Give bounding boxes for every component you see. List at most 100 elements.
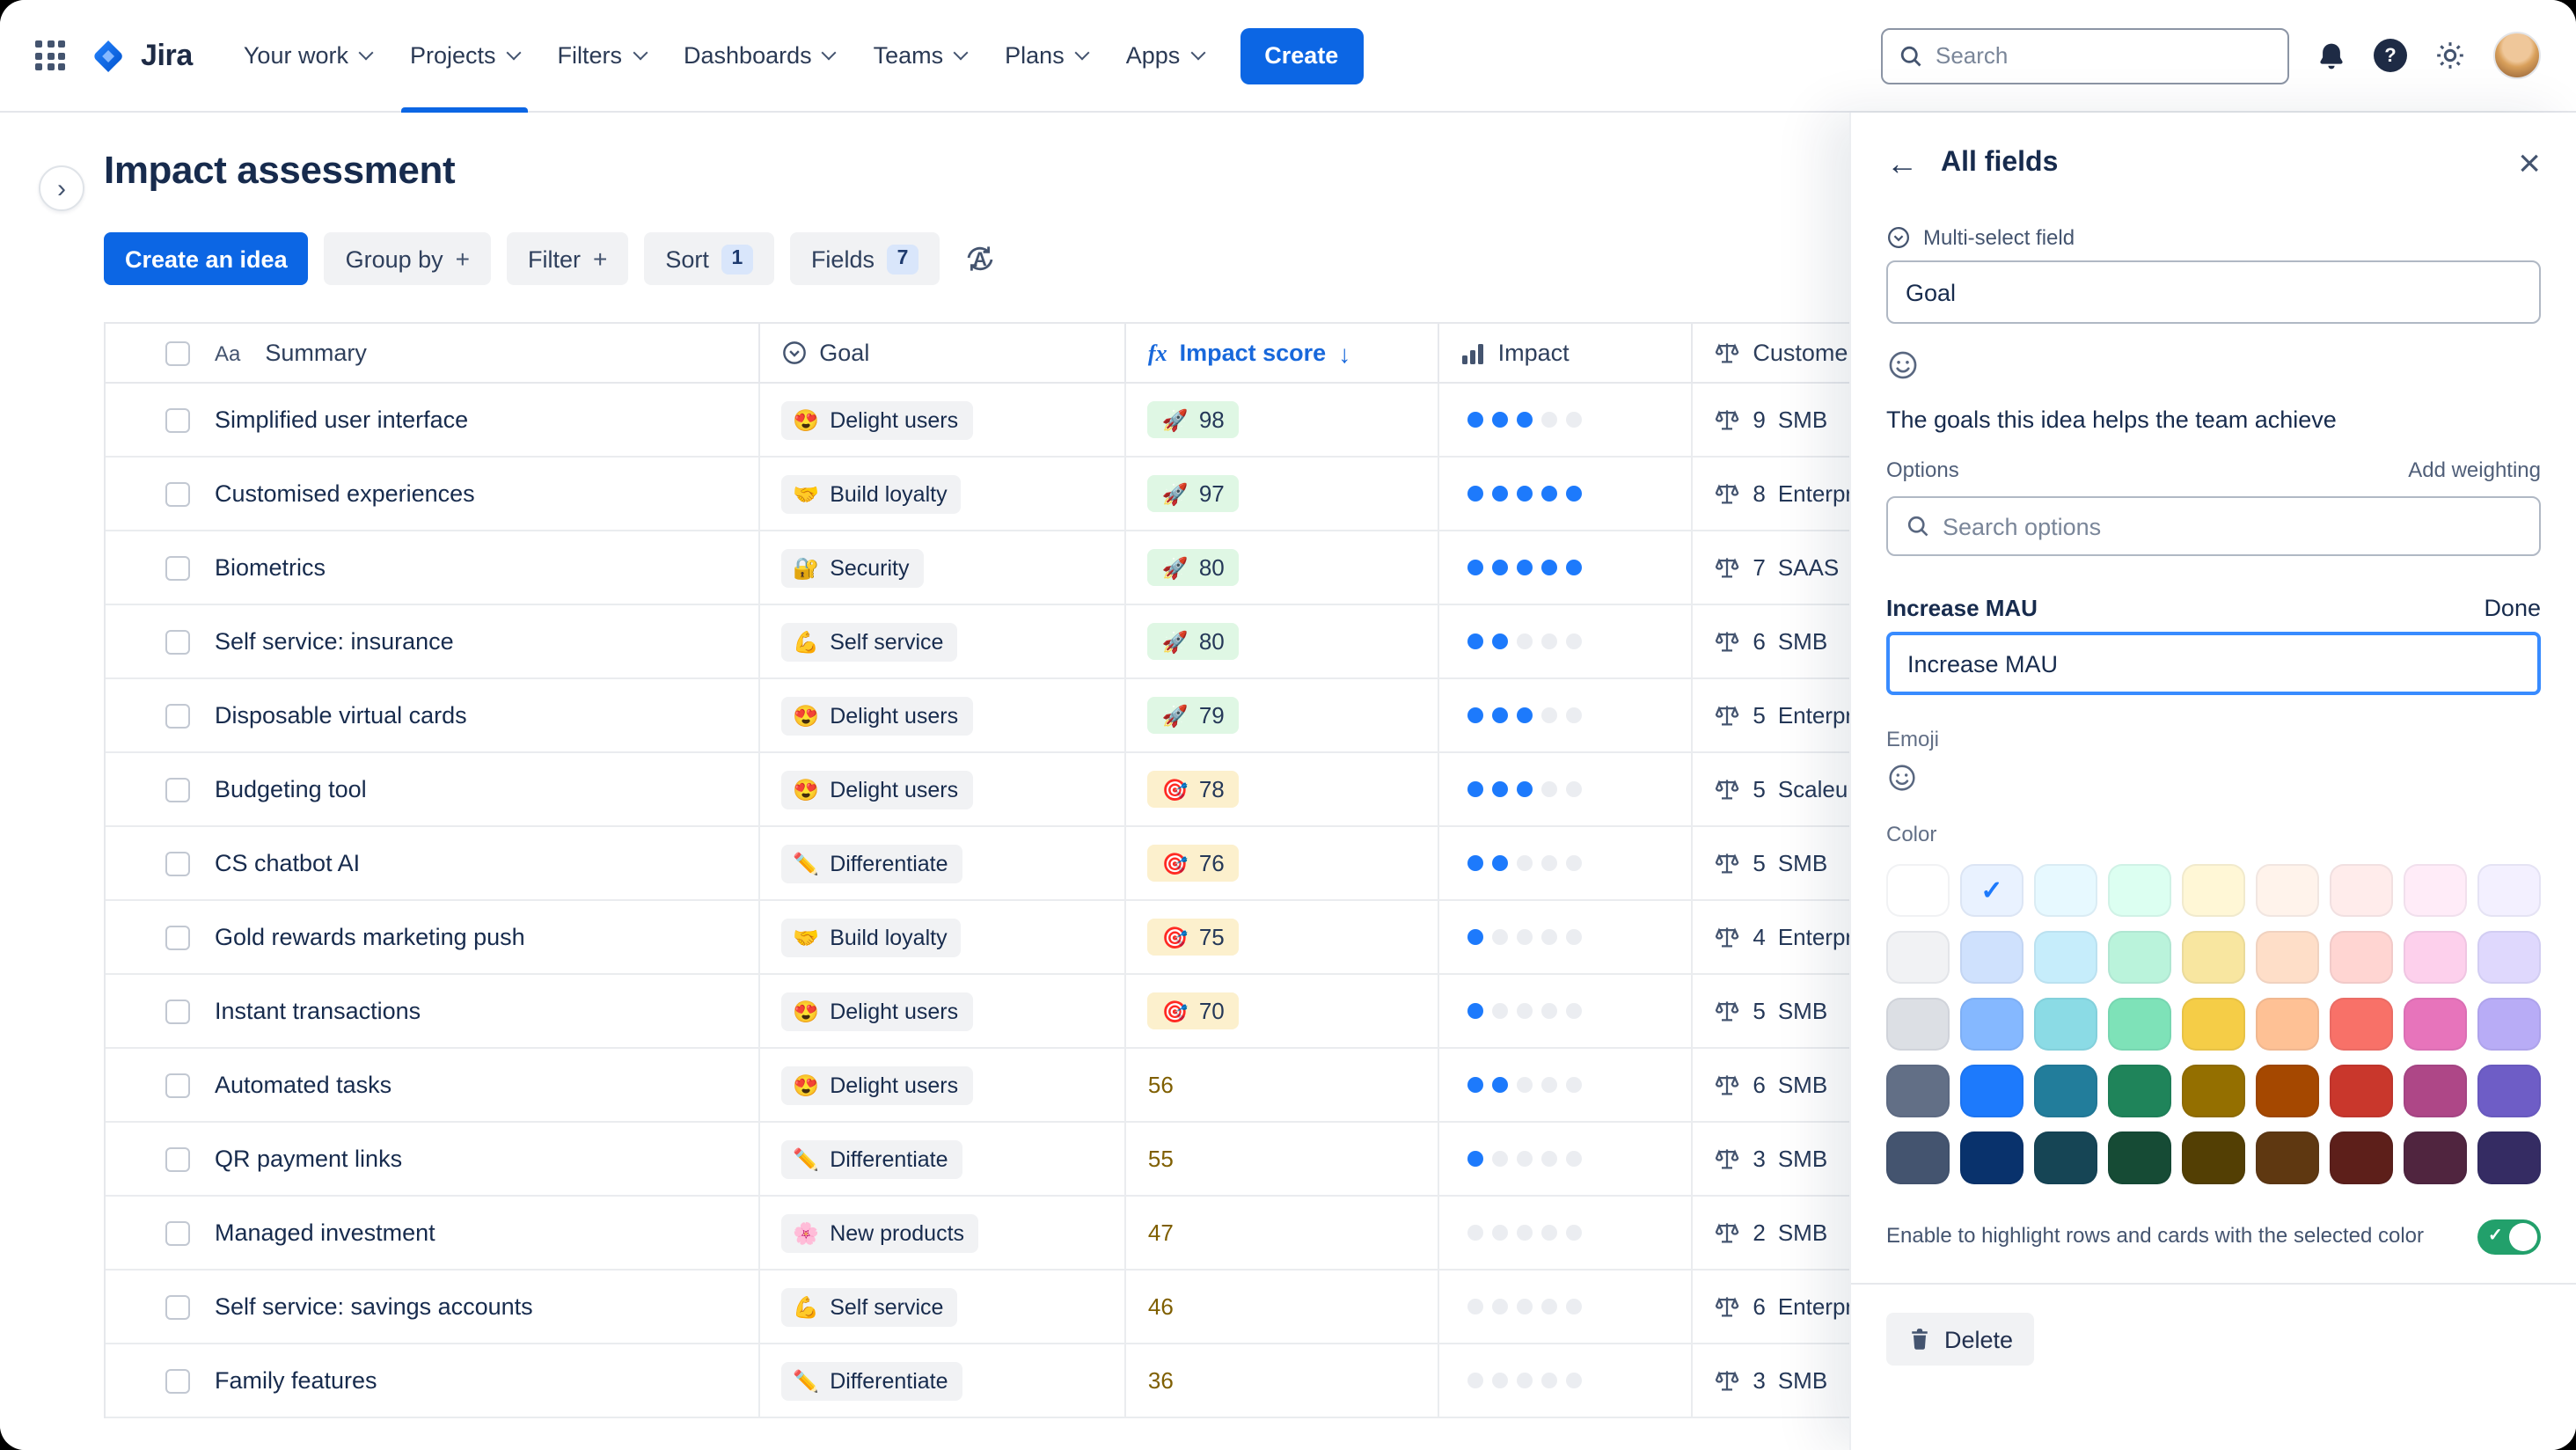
goal-chip[interactable]: 💪Self service: [780, 1287, 957, 1326]
nav-item-teams[interactable]: Teams: [854, 0, 986, 112]
impact-rating[interactable]: [1468, 1299, 1583, 1315]
color-swatch[interactable]: [1886, 931, 1950, 984]
color-swatch[interactable]: [1960, 1065, 2023, 1117]
goal-chip[interactable]: 😍Delight users: [780, 696, 972, 735]
nav-item-your-work[interactable]: Your work: [224, 0, 391, 112]
color-swatch[interactable]: [2034, 1131, 2097, 1184]
color-swatch[interactable]: [2108, 1131, 2171, 1184]
color-swatch[interactable]: [2256, 1131, 2319, 1184]
goal-chip[interactable]: 💪Self service: [780, 622, 957, 661]
app-switcher-icon[interactable]: [35, 40, 65, 70]
nav-item-projects[interactable]: Projects: [391, 0, 538, 112]
color-swatch[interactable]: [2256, 998, 2319, 1051]
row-checkbox[interactable]: [165, 851, 190, 875]
nav-item-filters[interactable]: Filters: [538, 0, 665, 112]
highlight-toggle[interactable]: ✓: [2477, 1219, 2541, 1255]
table-row[interactable]: CS chatbot AI✏️Differentiate🎯765SMB: [106, 827, 2045, 901]
color-swatch[interactable]: [2330, 931, 2393, 984]
table-row[interactable]: Budgeting tool😍Delight users🎯785Scaleup: [106, 753, 2045, 827]
color-swatch[interactable]: [1960, 1131, 2023, 1184]
goal-chip[interactable]: 😍Delight users: [780, 400, 972, 439]
select-all-checkbox[interactable]: [165, 341, 190, 365]
color-swatch[interactable]: [2477, 864, 2541, 917]
color-swatch[interactable]: [2256, 931, 2319, 984]
row-checkbox[interactable]: [165, 629, 190, 654]
color-swatch[interactable]: [2330, 998, 2393, 1051]
color-swatch[interactable]: ✓: [1960, 864, 2023, 917]
nav-item-apps[interactable]: Apps: [1107, 0, 1223, 112]
emoji-picker-icon[interactable]: [1886, 762, 1918, 794]
row-checkbox[interactable]: [165, 407, 190, 432]
row-checkbox[interactable]: [165, 999, 190, 1023]
color-swatch[interactable]: [2404, 1131, 2467, 1184]
color-swatch[interactable]: [2034, 1065, 2097, 1117]
table-row[interactable]: Self service: insurance💪Self service🚀806…: [106, 605, 2045, 679]
impact-rating[interactable]: [1468, 707, 1583, 723]
table-row[interactable]: Simplified user interface😍Delight users🚀…: [106, 384, 2045, 458]
color-swatch[interactable]: [2404, 998, 2467, 1051]
options-search-input[interactable]: [1943, 513, 2521, 539]
goal-chip[interactable]: 🌸New products: [780, 1213, 978, 1252]
row-checkbox[interactable]: [165, 1146, 190, 1171]
color-swatch[interactable]: [2034, 931, 2097, 984]
color-swatch[interactable]: [2477, 931, 2541, 984]
impact-rating[interactable]: [1468, 855, 1583, 871]
help-icon[interactable]: ?: [2374, 39, 2407, 72]
color-swatch[interactable]: [2108, 864, 2171, 917]
notifications-bell-icon[interactable]: [2316, 40, 2347, 71]
color-swatch[interactable]: [2256, 864, 2319, 917]
options-search[interactable]: [1886, 496, 2541, 556]
done-button[interactable]: Done: [2484, 595, 2541, 621]
expand-sidebar-button[interactable]: ›: [39, 165, 84, 211]
color-swatch[interactable]: [2034, 864, 2097, 917]
color-swatch[interactable]: [2477, 1065, 2541, 1117]
table-row[interactable]: Customised experiences🤝Build loyalty🚀978…: [106, 458, 2045, 531]
color-swatch[interactable]: [1886, 864, 1950, 917]
row-checkbox[interactable]: [165, 1294, 190, 1319]
settings-gear-icon[interactable]: [2433, 39, 2467, 72]
color-swatch[interactable]: [2330, 864, 2393, 917]
impact-rating[interactable]: [1468, 633, 1583, 649]
impact-rating[interactable]: [1468, 486, 1583, 502]
impact-rating[interactable]: [1468, 1151, 1583, 1167]
row-checkbox[interactable]: [165, 481, 190, 506]
color-swatch[interactable]: [1960, 931, 2023, 984]
column-header-summary[interactable]: Aa Summary: [106, 324, 759, 384]
color-swatch[interactable]: [2404, 1065, 2467, 1117]
impact-rating[interactable]: [1468, 412, 1583, 428]
goal-chip[interactable]: 😍Delight users: [780, 1066, 972, 1104]
row-checkbox[interactable]: [165, 1220, 190, 1245]
impact-rating[interactable]: [1468, 1225, 1583, 1241]
user-avatar[interactable]: [2493, 32, 2541, 79]
color-swatch[interactable]: [2256, 1065, 2319, 1117]
color-swatch[interactable]: [1960, 998, 2023, 1051]
table-row[interactable]: Managed investment🌸New products472SMB: [106, 1197, 2045, 1271]
option-name-input[interactable]: [1886, 632, 2541, 695]
column-header-impact[interactable]: Impact: [1440, 324, 1694, 384]
create-idea-button[interactable]: Create an idea: [104, 232, 309, 285]
close-icon[interactable]: ×: [2518, 148, 2541, 179]
impact-rating[interactable]: [1468, 560, 1583, 575]
color-swatch[interactable]: [2108, 998, 2171, 1051]
impact-rating[interactable]: [1468, 1003, 1583, 1019]
goal-chip[interactable]: 🤝Build loyalty: [780, 474, 961, 513]
table-row[interactable]: Instant transactions😍Delight users🎯705SM…: [106, 975, 2045, 1049]
filter-button[interactable]: Filter +: [507, 232, 628, 285]
table-row[interactable]: Biometrics🔐Security🚀807SAAS: [106, 531, 2045, 605]
color-swatch[interactable]: [1886, 998, 1950, 1051]
goal-chip[interactable]: ✏️Differentiate: [780, 1361, 962, 1400]
group-by-button[interactable]: Group by +: [325, 232, 491, 285]
goal-chip[interactable]: ✏️Differentiate: [780, 1139, 962, 1178]
goal-chip[interactable]: 😍Delight users: [780, 992, 972, 1030]
color-swatch[interactable]: [2034, 998, 2097, 1051]
table-row[interactable]: Disposable virtual cards😍Delight users🚀7…: [106, 679, 2045, 753]
global-search[interactable]: [1881, 27, 2289, 84]
row-checkbox[interactable]: [165, 555, 190, 580]
color-swatch[interactable]: [2182, 864, 2245, 917]
nav-item-dashboards[interactable]: Dashboards: [664, 0, 854, 112]
color-swatch[interactable]: [2330, 1131, 2393, 1184]
emoji-picker-icon[interactable]: [1886, 348, 1920, 382]
color-swatch[interactable]: [2404, 864, 2467, 917]
table-row[interactable]: Automated tasks😍Delight users566SMB: [106, 1049, 2045, 1123]
color-swatch[interactable]: [2330, 1065, 2393, 1117]
